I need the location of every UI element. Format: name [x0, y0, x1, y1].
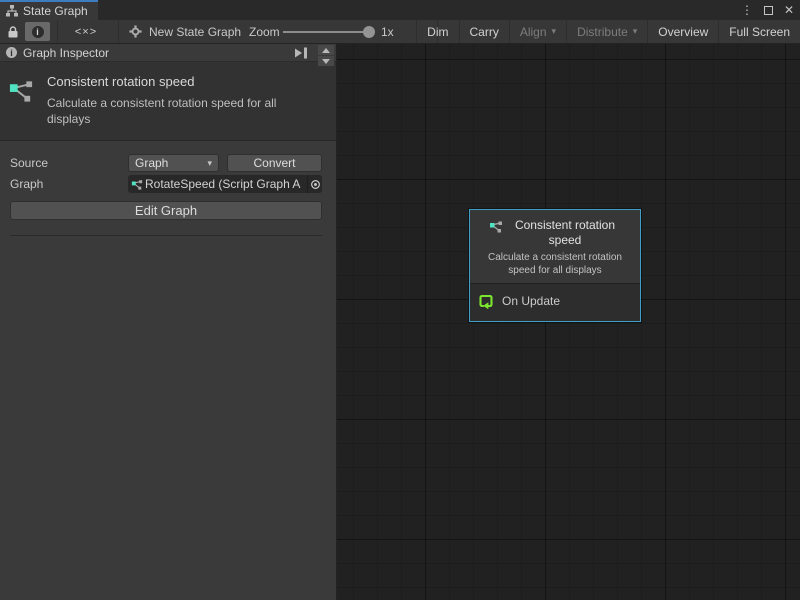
maximize-icon[interactable]: [764, 6, 773, 15]
node-description: Calculate a consistent rotation speed fo…: [475, 251, 635, 277]
graph-row: Graph RotateSpeed (Script Graph A: [10, 175, 322, 193]
code-view-button[interactable]: <×>: [68, 20, 104, 43]
tab-label: State Graph: [23, 4, 88, 18]
source-dropdown-value: Graph: [135, 156, 168, 170]
inspector-stepper: [318, 45, 334, 67]
overview-button[interactable]: Overview: [647, 20, 718, 43]
graph-toolbar: i <×> New State Graph Zoom 1x Dim Carry …: [0, 20, 800, 44]
dim-button[interactable]: Dim: [416, 20, 458, 43]
tab-state-graph[interactable]: State Graph: [0, 0, 98, 20]
graph-object-value: RotateSpeed (Script Graph A: [145, 177, 307, 191]
chevron-down-icon: [322, 59, 330, 64]
state-node-consistent-rotation-speed[interactable]: Consistent rotation speed Calculate a co…: [469, 209, 641, 322]
on-update-icon: [478, 293, 494, 309]
lock-icon: [7, 25, 19, 39]
graph-inspector-toggle-button[interactable]: i: [25, 22, 50, 41]
lock-button[interactable]: [2, 20, 24, 43]
close-icon[interactable]: ✕: [784, 0, 794, 20]
source-row: Source Graph ▾ Convert: [10, 154, 322, 172]
script-graph-icon: [489, 219, 503, 234]
node-header: Consistent rotation speed Calculate a co…: [470, 210, 640, 283]
source-label: Source: [10, 156, 128, 170]
zoom-slider-handle[interactable]: [363, 26, 375, 38]
full-screen-button[interactable]: Full Screen: [718, 20, 800, 43]
chevron-down-icon: ▾: [207, 158, 212, 169]
script-graph-icon: [131, 178, 143, 191]
graph-canvas[interactable]: Consistent rotation speed Calculate a co…: [337, 44, 800, 600]
carry-button[interactable]: Carry: [459, 20, 509, 43]
object-picker-button[interactable]: [307, 175, 322, 193]
toolbar-separator: [57, 20, 58, 43]
inspector-divider: [10, 235, 322, 236]
step-down-button[interactable]: [318, 56, 334, 66]
code-view-icon: <×>: [75, 26, 97, 38]
graph-info-box: Consistent rotation speed Calculate a co…: [0, 62, 336, 141]
dock-panel-icon[interactable]: [295, 47, 308, 59]
chevron-down-icon: ▾: [633, 26, 638, 37]
graph-inspector-header: i Graph Inspector: [0, 44, 336, 62]
window-controls: ⋮ ✕: [741, 0, 794, 20]
state-graph-icon: [6, 5, 18, 17]
zoom-slider-track[interactable]: [283, 31, 371, 33]
edit-graph-button[interactable]: Edit Graph: [10, 201, 322, 220]
info-icon: i: [6, 47, 17, 58]
node-body: On Update: [470, 283, 640, 321]
graph-title: Consistent rotation speed: [47, 74, 319, 89]
title-bar: State Graph ⋮ ✕: [0, 0, 800, 20]
zoom-label: Zoom: [249, 20, 280, 43]
graph-inspector-title: Graph Inspector: [23, 46, 109, 60]
distribute-button[interactable]: Distribute ▾: [566, 20, 647, 43]
info-icon: i: [32, 26, 44, 38]
kebab-menu-icon[interactable]: ⋮: [741, 0, 753, 20]
convert-button[interactable]: Convert: [227, 154, 322, 172]
object-picker-icon: [310, 179, 321, 190]
chevron-up-icon: [322, 48, 330, 53]
graph-object-field[interactable]: RotateSpeed (Script Graph A: [128, 175, 322, 193]
graph-inspector-panel: i Graph Inspector Consistent rotation sp…: [0, 44, 337, 600]
node-title: Consistent rotation speed: [509, 218, 621, 248]
new-state-graph-label: New State Graph: [149, 25, 241, 39]
chevron-down-icon: ▾: [552, 26, 557, 37]
graph-settings-form: Source Graph ▾ Convert Graph RotateSpeed…: [0, 141, 336, 236]
source-dropdown[interactable]: Graph ▾: [128, 154, 219, 172]
graph-field-label: Graph: [10, 177, 128, 191]
node-event-row[interactable]: On Update: [478, 293, 632, 309]
toolbar-right-group: Dim Carry Align ▾ Distribute ▾ Overview …: [416, 20, 800, 43]
new-state-graph-icon: [129, 25, 142, 38]
new-state-graph-button[interactable]: New State Graph: [129, 20, 241, 43]
toolbar-separator: [118, 20, 119, 43]
script-graph-icon: [8, 77, 35, 105]
graph-description: Calculate a consistent rotation speed fo…: [47, 96, 319, 127]
zoom-value: 1x: [381, 20, 394, 43]
step-up-button[interactable]: [318, 45, 334, 55]
align-button[interactable]: Align ▾: [509, 20, 566, 43]
node-event-label: On Update: [502, 294, 560, 308]
